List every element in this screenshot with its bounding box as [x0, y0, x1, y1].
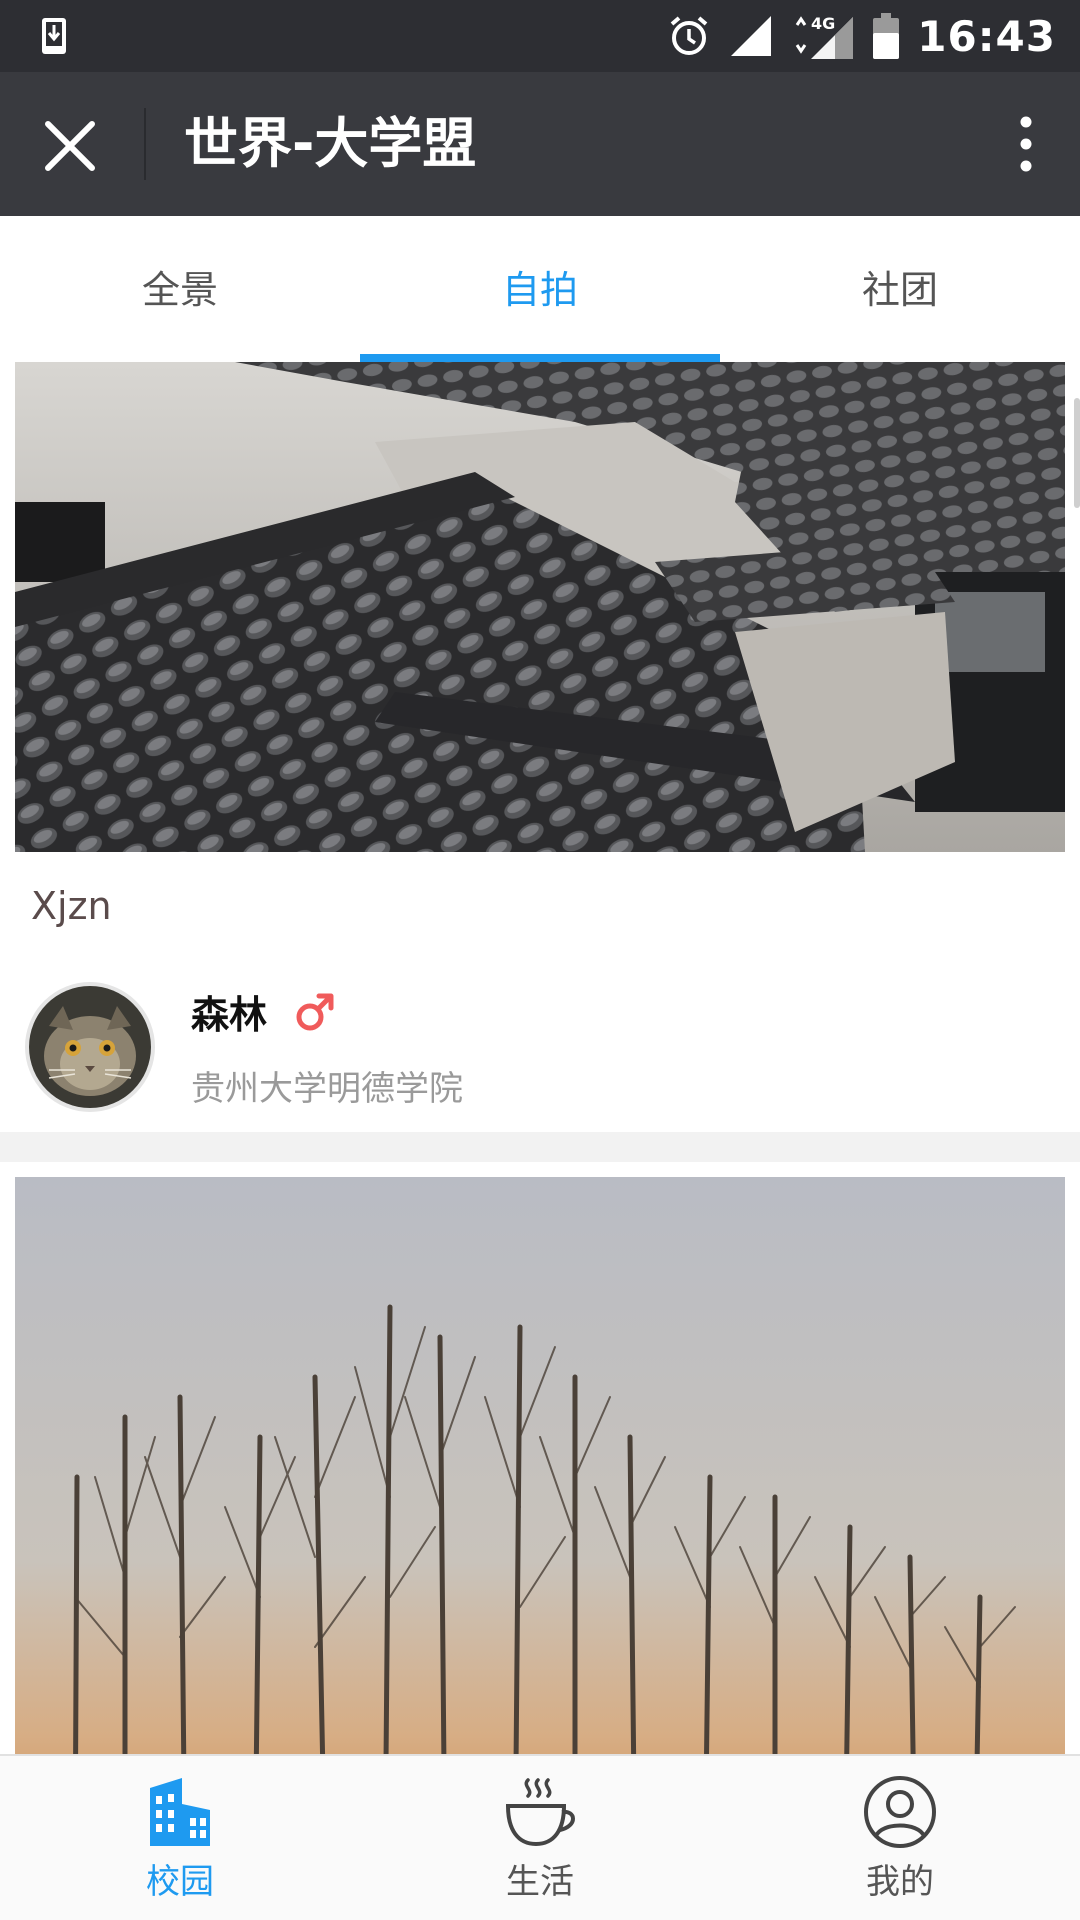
coffee-cup-icon [505, 1777, 575, 1846]
battery-icon [873, 13, 900, 59]
signal-4g-icon: 4G [796, 14, 854, 59]
signal-icon [731, 16, 772, 56]
close-icon[interactable] [44, 120, 96, 172]
building-icon [150, 1777, 210, 1846]
bottom-nav-label: 生活 [506, 1861, 574, 1902]
male-gender-icon [296, 993, 334, 1030]
cat-avatar-icon [29, 986, 151, 1108]
tab-clubs[interactable]: 社团 [720, 216, 1080, 362]
post-card[interactable] [0, 1162, 1080, 1754]
appbar-divider [144, 108, 146, 180]
bottom-nav: 校园 生活 我的 [0, 1754, 1080, 1920]
tab-label: 社团 [861, 267, 938, 312]
status-bar: 4G 16:43 [0, 0, 1080, 72]
bottom-nav-mine[interactable]: 我的 [720, 1756, 1080, 1920]
author-name-row: 森林 [191, 984, 463, 1039]
author-info: 森林 贵州大学明德学院 [191, 984, 463, 1110]
app-bar: 世界-大学盟 [0, 72, 1080, 216]
post-photo[interactable] [15, 362, 1065, 852]
scrollbar-thumb[interactable] [1074, 398, 1080, 508]
bottom-nav-life[interactable]: 生活 [360, 1756, 720, 1920]
avatar[interactable] [25, 982, 155, 1112]
post-card[interactable]: Xjzn 森林 贵州大学明德学院 [0, 362, 1080, 1132]
clock: 16:43 [917, 11, 1056, 61]
bottom-nav-label: 校园 [146, 1861, 214, 1902]
tab-label: 自拍 [501, 267, 578, 312]
post-author[interactable]: 森林 贵州大学明德学院 [15, 962, 1065, 1132]
tab-selfie[interactable]: 自拍 [360, 216, 720, 362]
post-caption: Xjzn [31, 884, 112, 928]
bottom-nav-label: 我的 [866, 1861, 934, 1902]
tab-panorama[interactable]: 全景 [0, 216, 360, 362]
download-notification-icon [42, 18, 66, 54]
active-tab-indicator [360, 354, 720, 362]
post-photo[interactable] [15, 1177, 1065, 1754]
tab-label: 全景 [141, 267, 218, 312]
tab-bar: 全景 自拍 社团 [0, 216, 1080, 362]
network-label: 4G [811, 14, 835, 33]
more-options-icon[interactable] [1012, 114, 1040, 174]
alarm-icon [670, 16, 708, 55]
post-feed[interactable]: Xjzn 森林 贵州大学明德学院 [0, 362, 1080, 1754]
user-icon [864, 1775, 936, 1848]
author-school: 贵州大学明德学院 [191, 1069, 463, 1109]
author-name: 森林 [191, 993, 268, 1037]
page-title: 世界-大学盟 [184, 112, 477, 175]
bottom-nav-campus[interactable]: 校园 [0, 1756, 360, 1920]
